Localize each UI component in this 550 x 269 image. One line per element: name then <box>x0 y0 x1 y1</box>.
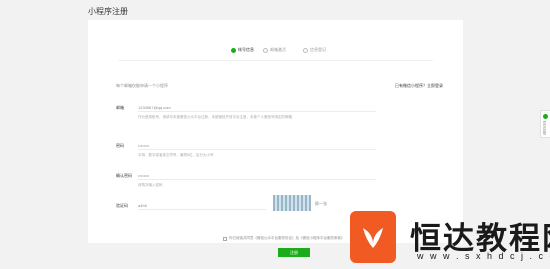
confirm-password-label: 确认密码 <box>116 173 132 178</box>
watermark-url: w w w . s x h d c j . c o m <box>417 251 550 261</box>
step-label: 帐号信息 <box>238 47 254 52</box>
confirm-password-input[interactable]: •••••••• <box>138 173 149 178</box>
page-title: 小程序注册 <box>88 7 128 16</box>
confirm-password-underline <box>138 179 376 180</box>
email-underline <box>138 111 376 112</box>
feedback-float-tab[interactable]: 意见反馈 <box>540 110 550 138</box>
step-account-info: 帐号信息 <box>231 47 254 53</box>
step-info-registration: 信息登记 <box>303 47 326 53</box>
step-label: 邮箱激活 <box>270 47 286 52</box>
email-label: 邮箱 <box>116 105 124 110</box>
feedback-icon <box>543 114 548 119</box>
confirm-password-hint: 请再次输入密码 <box>138 183 163 187</box>
fish-tail-icon <box>363 228 383 248</box>
password-label: 密码 <box>116 143 124 148</box>
divider <box>118 60 433 61</box>
password-hint: 字母、数字或者英文符号，最短8位，区分大小写 <box>138 153 214 157</box>
step-dot-icon <box>263 47 268 53</box>
feedback-label: 意见反馈 <box>543 121 547 135</box>
email-hint: 作为登录帐号，请填写未被微信公众平台注册，未被微信开放平台注册，未被个人微信号绑… <box>138 115 292 119</box>
password-input[interactable]: •••••••• <box>138 143 149 148</box>
step-email-activation: 邮箱激活 <box>263 47 286 53</box>
notice-text: 每个邮箱仅能申请一个小程序 <box>116 83 168 88</box>
login-link[interactable]: 已有微信小程序？立即登录 <box>395 83 443 89</box>
captcha-underline <box>138 209 266 210</box>
captcha-label: 验证码 <box>116 203 128 208</box>
email-input[interactable]: 1234567@qq.com <box>138 105 171 110</box>
step-dot-icon <box>303 47 308 53</box>
watermark: 恒达教程网 w w w . s x h d c j . c o m <box>300 203 550 269</box>
step-label: 信息登记 <box>310 47 326 52</box>
step-dot-icon <box>231 47 236 53</box>
step-indicator: 帐号信息 邮箱激活 信息登记 <box>88 47 463 55</box>
watermark-logo-icon <box>350 211 396 263</box>
agreement-checkbox[interactable] <box>223 236 227 241</box>
captcha-input[interactable]: a4b5 <box>138 203 147 208</box>
password-underline <box>138 149 376 150</box>
